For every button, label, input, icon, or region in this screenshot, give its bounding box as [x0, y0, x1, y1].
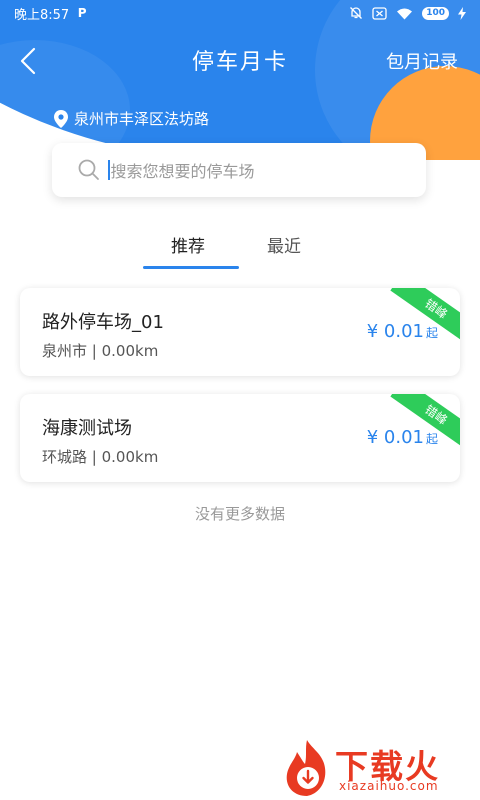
- location-text: 泉州市丰泽区法坊路: [74, 110, 210, 128]
- status-time: 晚上8:57: [14, 7, 70, 23]
- charging-icon: [458, 6, 466, 20]
- battery-icon: 100: [422, 6, 449, 20]
- mute-bell-icon: [350, 7, 363, 19]
- parking-lot-distance: 0.00km: [101, 342, 159, 360]
- price-suffix: 起: [425, 432, 438, 446]
- parking-lot-name: 路外停车场_01: [42, 312, 164, 333]
- current-location[interactable]: 泉州市丰泽区法坊路: [54, 108, 209, 129]
- wifi-icon: [397, 8, 413, 19]
- price-suffix: 起: [425, 326, 438, 340]
- parking-lot-area: 泉州市: [42, 342, 88, 360]
- parking-lot-price: ¥ 0.01 起: [367, 321, 438, 342]
- search-icon: [78, 159, 99, 180]
- tab-recent[interactable]: 最近: [267, 232, 301, 257]
- monthly-records-link[interactable]: 包月记录: [386, 48, 458, 74]
- nav-bar: 停车月卡 包月记录: [0, 36, 480, 84]
- price-value: ¥ 0.01: [366, 427, 424, 448]
- parking-lot-location: 泉州市 | 0.00km: [42, 342, 159, 360]
- parking-lot-card[interactable]: 海康测试场 环城路 | 0.00km ¥ 0.01 起 错峰: [20, 394, 460, 482]
- watermark-url: xiazaihuo.com: [339, 779, 439, 793]
- list-end-message: 没有更多数据: [194, 505, 285, 523]
- parking-lot-name: 海康测试场: [42, 418, 132, 439]
- tab-bar: 推荐 最近: [0, 226, 480, 270]
- status-bar: 晚上8:57 P 100: [0, 0, 480, 26]
- status-icons: 100: [349, 6, 466, 20]
- flame-download-icon: [286, 740, 326, 796]
- watermark-logo: 下载火 xiazaihuo.com: [283, 738, 479, 800]
- price-value: ¥ 0.01: [366, 321, 424, 342]
- search-input[interactable]: 搜索您想要的停车场: [52, 143, 426, 197]
- parking-lot-area: 环城路: [42, 448, 88, 466]
- parking-lot-distance: 0.00km: [101, 448, 159, 466]
- text-caret: [108, 160, 110, 180]
- tab-recommend[interactable]: 推荐: [171, 232, 205, 257]
- parking-lot-card[interactable]: 路外停车场_01 泉州市 | 0.00km ¥ 0.01 起 错峰: [20, 288, 460, 376]
- location-pin-icon: [54, 109, 68, 128]
- search-placeholder: 搜索您想要的停车场: [110, 162, 255, 181]
- app-indicator-icon: P: [77, 6, 87, 20]
- parking-lot-location: 环城路 | 0.00km: [42, 448, 159, 466]
- active-tab-indicator: [143, 266, 239, 269]
- sim-off-icon: [372, 6, 387, 20]
- parking-lot-price: ¥ 0.01 起: [367, 427, 438, 448]
